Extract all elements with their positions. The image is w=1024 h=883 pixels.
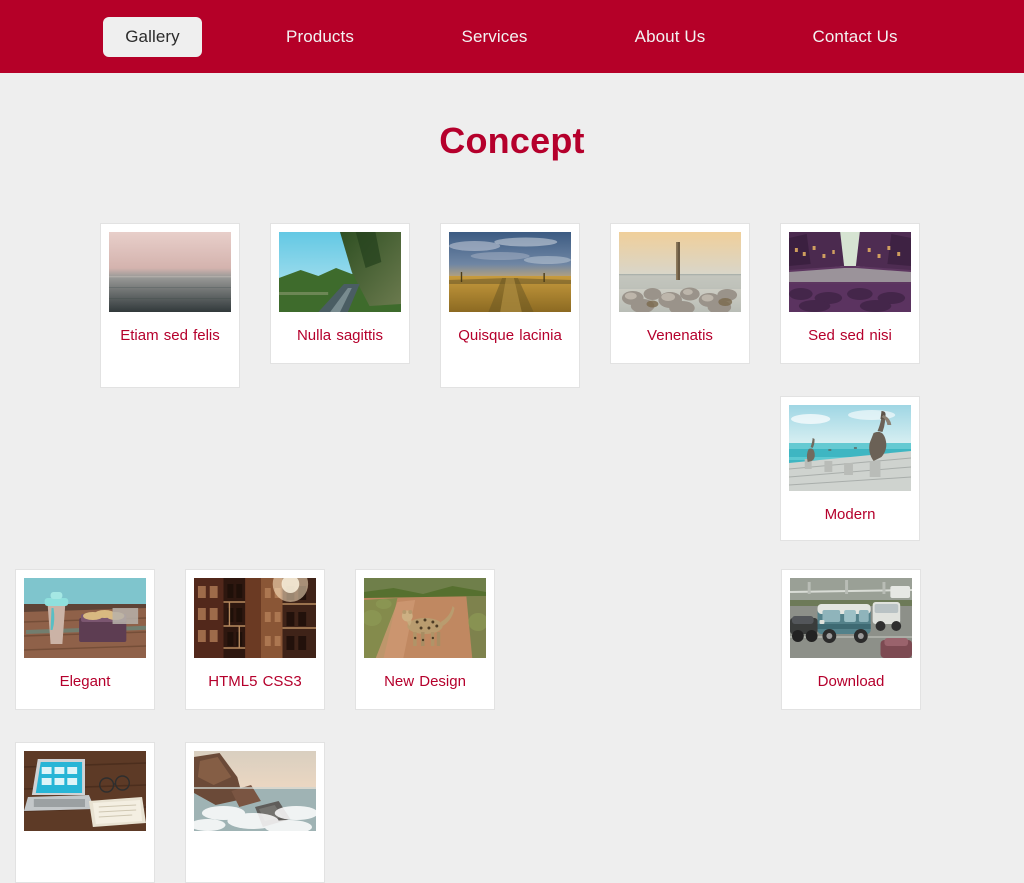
gallery-card-caption: New Design — [384, 673, 466, 690]
pelicans-on-pier-photo — [789, 405, 911, 491]
gallery-card[interactable] — [15, 742, 155, 883]
mountain-road-photo — [279, 232, 401, 312]
gallery-card[interactable] — [185, 742, 325, 883]
gallery-card[interactable]: Venenatis — [610, 223, 750, 364]
gallery-card-caption: Modern — [824, 506, 876, 523]
gallery-card[interactable]: HTML5 CSS3 — [185, 569, 325, 710]
gallery-card[interactable]: Download — [781, 569, 921, 710]
gallery-card-caption: Sed sed nisi — [808, 327, 892, 344]
coffee-cup-pastry-photo — [24, 578, 146, 658]
gallery-grid: Etiam sed felis Nulla sagittis Quisque l… — [0, 0, 1024, 883]
gallery-card[interactable]: Nulla sagittis — [270, 223, 410, 364]
gallery-card[interactable]: Modern — [780, 396, 920, 541]
calm-sea-horizon-photo — [109, 232, 231, 312]
gallery-card-caption — [24, 831, 146, 853]
gallery-card-caption: Download — [817, 673, 885, 690]
vintage-van-traffic-photo — [790, 578, 912, 658]
city-fire-escape-photo — [194, 578, 316, 658]
rocks-pier-post-photo — [619, 232, 741, 312]
cheetah-dirt-road-photo — [364, 578, 486, 658]
gallery-card-caption: Venenatis — [647, 327, 713, 344]
gallery-card[interactable]: Quisque lacinia — [440, 223, 580, 388]
rocky-coastline-photo — [194, 751, 316, 831]
gallery-card-caption: Elegant — [59, 673, 111, 690]
gallery-card-caption: HTML5 CSS3 — [208, 673, 302, 690]
wheat-field-clouds-photo — [449, 232, 571, 312]
gallery-card-caption: Etiam sed felis — [120, 327, 220, 344]
gallery-card[interactable]: Etiam sed felis — [100, 223, 240, 388]
gallery-card-caption — [194, 831, 316, 853]
laptop-desk-photo — [24, 751, 146, 831]
gallery-card[interactable]: Elegant — [15, 569, 155, 710]
gallery-card[interactable]: New Design — [355, 569, 495, 710]
gallery-card-caption: Nulla sagittis — [296, 327, 384, 344]
canal-buildings-photo — [789, 232, 911, 312]
gallery-card-caption: Quisque lacinia — [458, 327, 562, 344]
gallery-card[interactable]: Sed sed nisi — [780, 223, 920, 364]
